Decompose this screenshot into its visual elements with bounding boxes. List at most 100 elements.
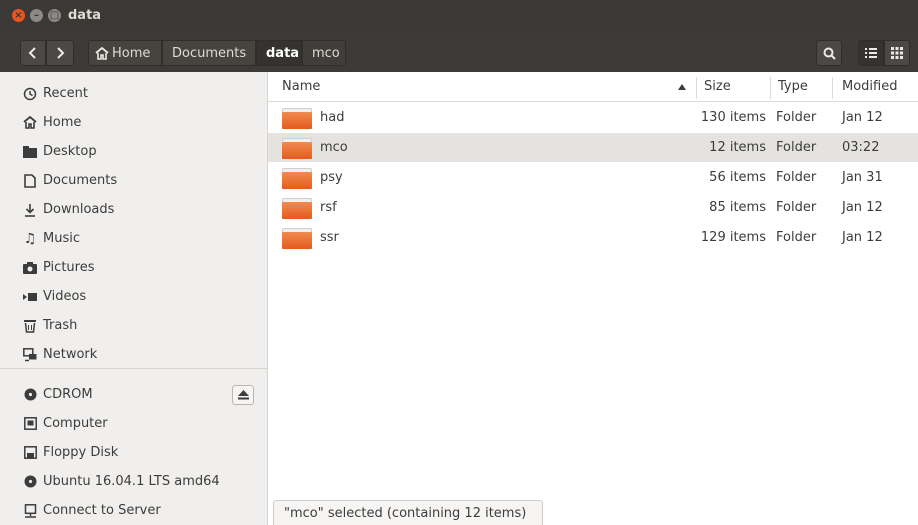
- table-row[interactable]: mco 12 items Folder 03:22: [268, 133, 918, 162]
- file-modified: Jan 31: [842, 170, 883, 185]
- column-header-modified[interactable]: Modified: [832, 72, 918, 102]
- breadcrumb-mco[interactable]: mco: [302, 40, 346, 66]
- maximize-icon: □: [49, 10, 60, 21]
- column-header-name[interactable]: Name: [268, 72, 696, 102]
- sidebar-item-home[interactable]: Home: [0, 108, 267, 137]
- file-name: rsf: [320, 200, 337, 215]
- sidebar-item-connect-to-server[interactable]: Connect to Server: [0, 496, 267, 525]
- music-icon: ♫: [23, 230, 37, 247]
- list-view-button[interactable]: [858, 40, 884, 66]
- chevron-right-icon: [57, 47, 65, 59]
- breadcrumb-documents-label: Documents: [172, 45, 247, 61]
- column-type-label: Type: [778, 79, 808, 94]
- column-header-type[interactable]: Type: [770, 72, 832, 102]
- sidebar-item-label: Home: [43, 115, 82, 130]
- sidebar: Recent Home Desktop Documents Downloads …: [0, 72, 268, 525]
- sidebar-item-computer[interactable]: Computer: [0, 409, 267, 438]
- sidebar-item-label: Floppy Disk: [43, 445, 119, 460]
- sidebar-item-label: Documents: [43, 173, 118, 188]
- search-button[interactable]: [816, 40, 842, 66]
- file-size: 12 items: [709, 140, 766, 155]
- file-modified: Jan 12: [842, 110, 883, 125]
- download-icon: [22, 202, 38, 218]
- breadcrumb-home[interactable]: Home: [88, 40, 162, 66]
- maximize-window-button[interactable]: □: [48, 9, 61, 22]
- close-window-button[interactable]: ×: [12, 9, 25, 22]
- breadcrumb-home-label: Home: [112, 45, 151, 61]
- sidebar-item-videos[interactable]: Videos: [0, 282, 267, 311]
- sidebar-item-ubuntu-disc[interactable]: Ubuntu 16.04.1 LTS amd64: [0, 467, 267, 496]
- sidebar-item-label: Downloads: [43, 202, 115, 217]
- column-name-label: Name: [282, 79, 321, 94]
- breadcrumb-data[interactable]: data: [256, 40, 302, 66]
- sidebar-item-recent[interactable]: Recent: [0, 79, 267, 108]
- home-icon: [22, 115, 38, 131]
- trash-icon: [22, 318, 38, 334]
- column-header-size[interactable]: Size: [696, 72, 770, 102]
- sidebar-item-label: Computer: [43, 416, 108, 431]
- sidebar-item-network[interactable]: Network: [0, 340, 267, 369]
- close-icon: ×: [14, 10, 23, 21]
- grid-view-button[interactable]: [884, 40, 910, 66]
- sidebar-item-pictures[interactable]: Pictures: [0, 253, 267, 282]
- sidebar-item-label: Recent: [43, 86, 88, 101]
- sidebar-item-label: Videos: [43, 289, 87, 304]
- title-bar: × – □ data: [0, 0, 918, 33]
- file-type: Folder: [776, 230, 817, 245]
- breadcrumb-documents[interactable]: Documents: [162, 40, 256, 66]
- video-icon: [22, 289, 38, 305]
- search-icon: [823, 47, 836, 60]
- floppy-icon: [22, 445, 38, 461]
- file-name: psy: [320, 170, 343, 185]
- forward-button[interactable]: [46, 40, 74, 66]
- status-text: "mco" selected (containing 12 items): [284, 505, 527, 521]
- window-title: data: [68, 8, 102, 23]
- sidebar-item-cdrom[interactable]: CDROM: [0, 380, 267, 409]
- sort-ascending-icon: [678, 84, 686, 90]
- desktop-folder-icon: [22, 144, 38, 160]
- sidebar-item-label: Desktop: [43, 144, 97, 159]
- disc-icon: [22, 387, 38, 403]
- sidebar-item-label: Pictures: [43, 260, 95, 275]
- chevron-left-icon: [28, 47, 36, 59]
- file-name: mco: [320, 140, 348, 155]
- table-row[interactable]: ssr 129 items Folder Jan 12: [268, 223, 918, 252]
- breadcrumb-data-label: data: [266, 45, 300, 61]
- sidebar-item-desktop[interactable]: Desktop: [0, 137, 267, 166]
- table-row[interactable]: had 130 items Folder Jan 12: [268, 103, 918, 132]
- file-type: Folder: [776, 200, 817, 215]
- sidebar-item-trash[interactable]: Trash: [0, 311, 267, 340]
- back-button[interactable]: [20, 40, 46, 66]
- computer-icon: [22, 416, 38, 432]
- file-size: 85 items: [709, 200, 766, 215]
- file-modified: 03:22: [842, 140, 880, 155]
- eject-icon: [237, 390, 249, 400]
- eject-button[interactable]: [232, 385, 254, 405]
- sidebar-item-label: Trash: [43, 318, 78, 333]
- file-size: 130 items: [700, 110, 766, 125]
- breadcrumb-mco-label: mco: [312, 45, 340, 61]
- sidebar-separator: [0, 368, 267, 369]
- file-list: Name Size Type Modified had 130 items Fo…: [268, 72, 918, 525]
- sidebar-item-floppy-disk[interactable]: Floppy Disk: [0, 438, 267, 467]
- file-size: 56 items: [709, 170, 766, 185]
- home-icon: [95, 46, 109, 60]
- sidebar-item-label: CDROM: [43, 387, 93, 402]
- sidebar-item-downloads[interactable]: Downloads: [0, 195, 267, 224]
- network-icon: [22, 347, 38, 363]
- folder-icon: [282, 108, 312, 129]
- minimize-window-button[interactable]: –: [30, 9, 43, 22]
- file-modified: Jan 12: [842, 230, 883, 245]
- camera-icon: [22, 260, 38, 276]
- file-name: ssr: [320, 230, 339, 245]
- sidebar-item-label: Ubuntu 16.04.1 LTS amd64: [43, 474, 220, 489]
- folder-icon: [282, 198, 312, 219]
- table-row[interactable]: psy 56 items Folder Jan 31: [268, 163, 918, 192]
- table-row[interactable]: rsf 85 items Folder Jan 12: [268, 193, 918, 222]
- file-type: Folder: [776, 110, 817, 125]
- sidebar-item-label: Network: [43, 347, 98, 362]
- status-bar: "mco" selected (containing 12 items): [273, 500, 543, 525]
- folder-icon: [282, 168, 312, 189]
- sidebar-item-documents[interactable]: Documents: [0, 166, 267, 195]
- sidebar-item-music[interactable]: ♫ Music: [0, 224, 267, 253]
